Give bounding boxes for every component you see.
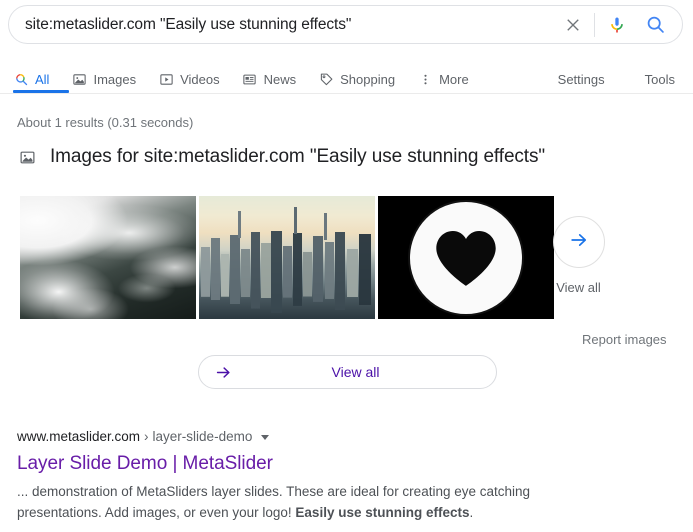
view-all-pill-button[interactable]: View all: [198, 355, 497, 389]
result-url-host: www.metaslider.com: [17, 429, 141, 444]
result-stats: About 1 results (0.31 seconds): [17, 115, 194, 130]
result-snippet-suffix: .: [469, 505, 474, 520]
image-thumbnail-row: [20, 196, 554, 319]
tab-news-label: News: [263, 72, 297, 87]
more-vertical-icon: [417, 72, 433, 88]
image-icon: [71, 72, 87, 88]
result-snippet-bold: Easily use stunning effects: [295, 505, 470, 520]
search-icon[interactable]: [642, 12, 668, 38]
view-all-circle-container: View all: [553, 216, 607, 295]
nav-tabs-right: Settings Tools: [518, 72, 693, 87]
news-icon: [242, 72, 258, 88]
search-bar[interactable]: [8, 5, 683, 44]
result-url-separator: ›: [144, 429, 149, 444]
report-images-link[interactable]: Report images: [582, 332, 667, 347]
tab-videos-label: Videos: [180, 72, 220, 87]
tab-videos[interactable]: Videos: [158, 64, 233, 95]
image-thumbnail-cityscape[interactable]: [199, 196, 375, 319]
video-icon: [158, 72, 174, 88]
search-result: www.metaslider.com › layer-slide-demo La…: [17, 428, 617, 523]
tab-more[interactable]: More: [417, 64, 482, 95]
image-icon: [18, 148, 36, 166]
tab-shopping[interactable]: Shopping: [318, 64, 408, 95]
result-url-line[interactable]: www.metaslider.com › layer-slide-demo: [17, 428, 617, 446]
tag-icon: [318, 72, 334, 88]
view-all-circle-label: View all: [556, 280, 601, 295]
view-all-pill-label: View all: [331, 364, 380, 380]
tools-link[interactable]: Tools: [645, 72, 675, 87]
heart-icon: [408, 199, 524, 316]
result-url-path: layer-slide-demo: [152, 429, 253, 444]
google-search-icon: [13, 72, 29, 88]
microphone-icon[interactable]: [604, 12, 630, 38]
tab-images[interactable]: Images: [71, 64, 149, 95]
nav-tabs-left: All Images Videos News Shopping More: [0, 64, 491, 95]
nav-bottom-border: [0, 93, 693, 94]
search-bar-container: [8, 5, 683, 44]
close-icon[interactable]: [559, 11, 587, 39]
tab-shopping-label: Shopping: [340, 72, 396, 87]
arrow-right-icon: [568, 229, 590, 256]
tab-images-label: Images: [93, 72, 137, 87]
result-snippet: ... demonstration of MetaSliders layer s…: [17, 481, 579, 523]
images-block-header: Images for site:metaslider.com "Easily u…: [18, 146, 545, 168]
image-thumbnail-heart[interactable]: [378, 196, 554, 319]
tab-all-label: All: [35, 72, 50, 87]
result-title-link[interactable]: Layer Slide Demo | MetaSlider: [17, 451, 617, 476]
search-input[interactable]: [25, 15, 559, 34]
chevron-down-icon[interactable]: [261, 434, 270, 440]
tab-news[interactable]: News: [242, 64, 310, 95]
search-bar-divider: [594, 12, 595, 37]
settings-link[interactable]: Settings: [558, 72, 605, 87]
images-block-title: Images for site:metaslider.com "Easily u…: [50, 146, 546, 167]
search-nav-tabs: All Images Videos News Shopping More Set…: [0, 64, 693, 95]
view-all-circle-button[interactable]: [553, 216, 605, 268]
tab-more-label: More: [439, 72, 469, 87]
image-thumbnail-forest[interactable]: [20, 196, 196, 319]
